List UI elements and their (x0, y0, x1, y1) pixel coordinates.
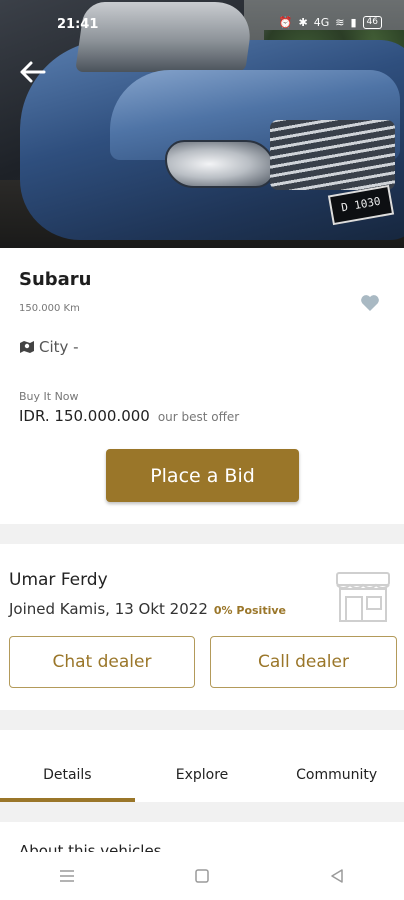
vehicle-location: City - (19, 338, 79, 356)
dealer-name[interactable]: Umar Ferdy (9, 570, 108, 590)
status-bar: 21:41 ⏰ ✱ 4G ≋ ▮ 46 (0, 0, 404, 44)
back-arrow-icon (20, 61, 46, 83)
back-button[interactable] (14, 54, 50, 90)
favorite-button[interactable] (356, 291, 384, 315)
signal-icon: ▮ (350, 16, 357, 29)
menu-icon (60, 870, 75, 882)
vehicle-title: Subaru (19, 269, 92, 290)
place-bid-button[interactable]: Place a Bid (106, 449, 299, 502)
status-time: 21:41 (57, 17, 99, 32)
tab-details[interactable]: Details (0, 748, 135, 802)
nav-back-button[interactable] (317, 856, 357, 896)
photo-car-grille (270, 120, 395, 190)
price-value: IDR. 150.000.000 (19, 407, 150, 425)
buy-it-now-label: Buy It Now (19, 390, 79, 403)
price-row: IDR. 150.000.000 our best offer (19, 407, 239, 425)
triangle-back-icon (330, 869, 343, 883)
network-label: 4G (313, 16, 330, 29)
square-home-icon (195, 869, 209, 883)
tab-explore[interactable]: Explore (135, 748, 270, 802)
call-dealer-button[interactable]: Call dealer (210, 636, 397, 688)
alarm-icon: ⏰ (278, 16, 293, 29)
nav-menu-button[interactable] (47, 856, 87, 896)
photo-car-headlight (165, 140, 275, 188)
section-divider (0, 524, 404, 544)
dealer-joined-row: Joined Kamis, 13 Okt 2022 0% Positive (9, 600, 286, 618)
nav-home-button[interactable] (182, 856, 222, 896)
bluetooth-icon: ✱ (298, 16, 308, 29)
battery-icon: 46 (362, 16, 382, 29)
section-divider (0, 802, 404, 822)
map-icon (20, 341, 34, 353)
wifi-icon: ≋ (335, 16, 345, 29)
tab-bar: Details Explore Community (0, 748, 404, 802)
store-icon (336, 572, 390, 622)
offer-note: our best offer (157, 410, 240, 424)
tab-community[interactable]: Community (269, 748, 404, 802)
status-icons: ⏰ ✱ 4G ≋ ▮ 46 (279, 16, 382, 29)
dealer-joined-date: Joined Kamis, 13 Okt 2022 (9, 600, 208, 618)
heart-icon (361, 295, 379, 311)
location-text: City - (39, 338, 79, 356)
system-nav-bar (0, 852, 404, 900)
section-divider (0, 710, 404, 730)
vehicle-mileage: 150.000 Km (19, 303, 80, 314)
chat-dealer-button[interactable]: Chat dealer (9, 636, 195, 688)
dealer-positive-rating: 0% Positive (213, 604, 286, 617)
